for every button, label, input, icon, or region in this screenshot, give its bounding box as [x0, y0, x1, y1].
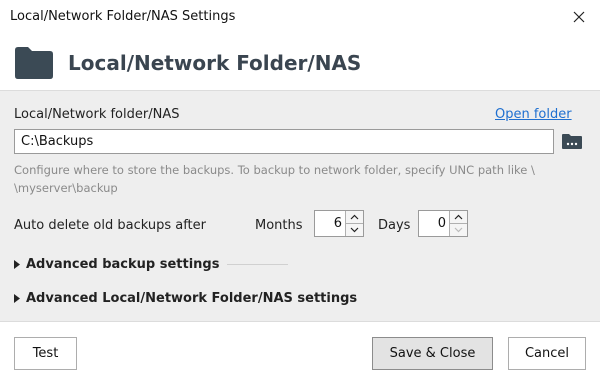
- caret-right-icon: [14, 293, 20, 303]
- settings-panel: Local/Network folder/NAS Open folder Con…: [0, 90, 600, 322]
- folder-path-input[interactable]: [14, 129, 554, 154]
- section-label: Advanced backup settings: [26, 256, 220, 272]
- section-label: Advanced Local/Network Folder/NAS settin…: [26, 290, 358, 306]
- months-value[interactable]: 6: [315, 211, 345, 236]
- months-label: Months: [255, 218, 303, 233]
- days-stepper[interactable]: 0: [418, 210, 468, 237]
- advanced-nas-settings-toggle[interactable]: Advanced Local/Network Folder/NAS settin…: [14, 288, 357, 308]
- advanced-backup-settings-toggle[interactable]: Advanced backup settings: [14, 254, 288, 274]
- section-divider: [227, 263, 288, 265]
- chevron-up-icon: [350, 214, 359, 220]
- page-title: Local/Network Folder/NAS: [68, 51, 362, 75]
- folder-label: Local/Network folder/NAS: [14, 107, 180, 122]
- months-stepper[interactable]: 6: [314, 210, 364, 237]
- folder-icon: [15, 47, 53, 79]
- close-icon: [573, 11, 585, 23]
- dialog-footer: Test Save & Close Cancel: [0, 322, 600, 382]
- browse-folder-button[interactable]: [560, 129, 584, 154]
- days-increment-button[interactable]: [450, 211, 467, 224]
- open-folder-link[interactable]: Open folder: [495, 107, 572, 122]
- save-close-button[interactable]: Save & Close: [372, 337, 493, 370]
- chevron-up-icon: [454, 214, 463, 220]
- days-label: Days: [378, 218, 411, 233]
- caret-right-icon: [14, 259, 20, 269]
- cancel-button[interactable]: Cancel: [508, 337, 586, 370]
- chevron-down-icon: [454, 227, 463, 233]
- months-increment-button[interactable]: [346, 211, 363, 224]
- auto-delete-label: Auto delete old backups after: [14, 218, 206, 233]
- dialog-header: Local/Network Folder/NAS: [0, 36, 600, 90]
- folder-hint-line2: \myserver\backup: [14, 181, 118, 195]
- test-button[interactable]: Test: [14, 337, 77, 370]
- folder-hint: Configure where to store the backups. To…: [14, 161, 586, 197]
- close-button[interactable]: [564, 4, 594, 30]
- window-title: Local/Network Folder/NAS Settings: [10, 9, 236, 24]
- folder-browse-icon: [562, 134, 582, 149]
- title-bar: Local/Network Folder/NAS Settings: [0, 0, 600, 36]
- folder-hint-line1: Configure where to store the backups. To…: [14, 163, 535, 177]
- days-decrement-button[interactable]: [450, 224, 467, 236]
- days-value[interactable]: 0: [419, 211, 449, 236]
- months-decrement-button[interactable]: [346, 224, 363, 236]
- chevron-down-icon: [350, 227, 359, 233]
